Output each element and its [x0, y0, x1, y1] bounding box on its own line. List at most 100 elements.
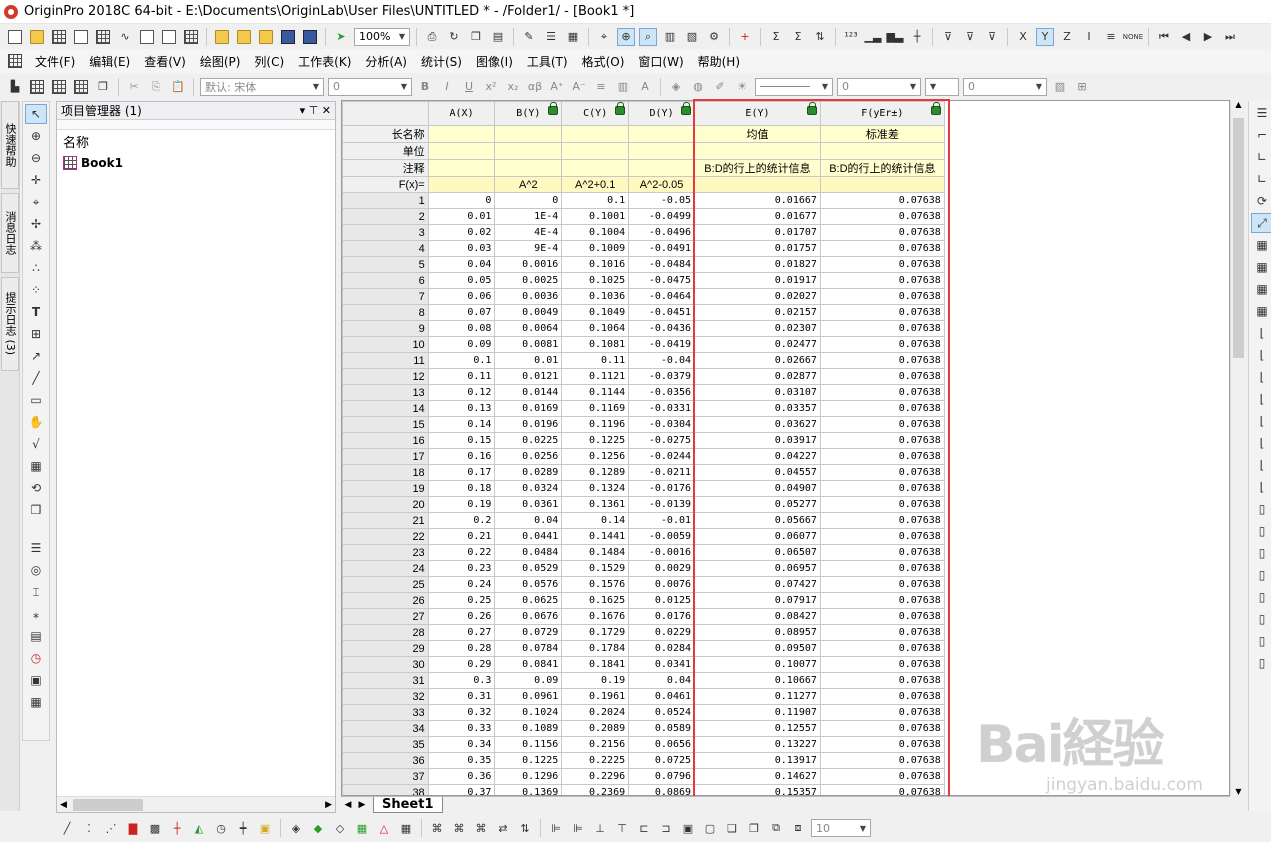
- row-number[interactable]: 22: [342, 528, 429, 545]
- marker-tool-icon[interactable]: ⁎: [25, 604, 47, 624]
- metadata-cell[interactable]: [694, 176, 821, 193]
- add-sheet-icon[interactable]: [50, 78, 68, 96]
- data-cell[interactable]: 0.07638: [819, 576, 945, 593]
- subscript-icon[interactable]: x₂: [504, 78, 522, 96]
- row-number[interactable]: 29: [342, 640, 429, 657]
- set-label-icon[interactable]: ≡: [1102, 28, 1120, 46]
- align-icon-3[interactable]: ▯: [1251, 543, 1271, 563]
- data-cell[interactable]: -0.0499: [628, 208, 696, 225]
- data-cell[interactable]: 0.1016: [561, 256, 630, 273]
- grid-tool-icon[interactable]: ▦: [25, 692, 47, 712]
- underline-icon[interactable]: U: [460, 78, 478, 96]
- data-cell[interactable]: -0.0475: [628, 272, 696, 289]
- group-icon[interactable]: ▣: [679, 819, 697, 837]
- table-tool-icon[interactable]: ▤: [25, 626, 47, 646]
- data-cell[interactable]: 0.07638: [819, 448, 945, 465]
- data-cell[interactable]: 0.31: [427, 688, 496, 705]
- data-cell[interactable]: 0.06507: [694, 544, 821, 561]
- data-cell[interactable]: 0.1024: [494, 704, 563, 721]
- data-cell[interactable]: -0.0016: [628, 544, 696, 561]
- message-log-tab[interactable]: 消息日志: [1, 193, 19, 273]
- row-number[interactable]: 13: [342, 384, 429, 401]
- data-cell[interactable]: -0.0436: [628, 320, 696, 337]
- row-number[interactable]: 9: [342, 320, 429, 337]
- data-cell[interactable]: 0.07638: [819, 192, 945, 209]
- data-cell[interactable]: 0.1004: [561, 224, 630, 241]
- arrow-tool-icon[interactable]: ↗: [25, 346, 47, 366]
- row-number[interactable]: 5: [342, 256, 429, 273]
- add-matrix-icon[interactable]: [72, 78, 90, 96]
- data-cell[interactable]: 0.0529: [494, 560, 563, 577]
- data-cell[interactable]: 0.23: [427, 560, 496, 577]
- align-icon-1[interactable]: ▯: [1251, 499, 1271, 519]
- set-x-icon[interactable]: X: [1014, 28, 1032, 46]
- data-cell[interactable]: 0.0841: [494, 656, 563, 673]
- data-cell[interactable]: 0.07638: [819, 384, 945, 401]
- data-cell[interactable]: 0.07638: [819, 208, 945, 225]
- scroll-down-icon[interactable]: ▼: [1231, 787, 1246, 796]
- surface-plot-icon[interactable]: ◆: [309, 819, 327, 837]
- data-cell[interactable]: 0.13227: [694, 736, 821, 753]
- data-cell[interactable]: 0.07638: [819, 432, 945, 449]
- align-icon[interactable]: ≡: [592, 78, 610, 96]
- data-cell[interactable]: 0.25: [427, 592, 496, 609]
- data-cell[interactable]: -0.0275: [628, 432, 696, 449]
- data-cell[interactable]: 0.0125: [628, 592, 696, 609]
- data-cell[interactable]: 0.0081: [494, 336, 563, 353]
- data-cell[interactable]: 0.0029: [628, 560, 696, 577]
- data-cell[interactable]: 0.07638: [819, 400, 945, 417]
- folder-tree[interactable]: [57, 120, 335, 130]
- zoom-combo[interactable]: 100% ▼: [354, 27, 410, 46]
- axis-icon-3[interactable]: ∟: [1251, 169, 1271, 189]
- row-number[interactable]: 34: [342, 720, 429, 737]
- row-number[interactable]: 4: [342, 240, 429, 257]
- data-cell[interactable]: 0.08427: [694, 608, 821, 625]
- data-cell[interactable]: 0.0225: [494, 432, 563, 449]
- data-cell[interactable]: 0.07638: [819, 544, 945, 561]
- 3d-plot-icon[interactable]: ◈: [287, 819, 305, 837]
- data-reader-tool-icon[interactable]: ✢: [25, 214, 47, 234]
- screen-reader-icon[interactable]: ⌖: [25, 192, 47, 212]
- data-cell[interactable]: 0.1361: [561, 496, 630, 513]
- print-icon[interactable]: ⎙: [423, 28, 441, 46]
- box-chart-icon[interactable]: ┼: [908, 28, 926, 46]
- data-cell[interactable]: 0.0676: [494, 608, 563, 625]
- data-cell[interactable]: 0.04227: [694, 448, 821, 465]
- export-icon[interactable]: ▤: [489, 28, 507, 46]
- data-cell[interactable]: 0.07638: [819, 608, 945, 625]
- data-cell[interactable]: 0.0576: [494, 576, 563, 593]
- data-cell[interactable]: -0.0211: [628, 464, 696, 481]
- row-number[interactable]: 32: [342, 688, 429, 705]
- zoom-tool-icon[interactable]: ⊕: [617, 27, 635, 46]
- data-cell[interactable]: 0.0796: [628, 768, 696, 785]
- new-graph-icon[interactable]: [72, 28, 90, 46]
- data-cell[interactable]: 0.04: [427, 256, 496, 273]
- menu-analysis[interactable]: 分析(A): [358, 53, 414, 70]
- zoom-in-icon[interactable]: ⊕: [25, 126, 47, 146]
- crosshair-icon[interactable]: ✛: [25, 170, 47, 190]
- data-cell[interactable]: 0.0064: [494, 320, 563, 337]
- data-cell[interactable]: 0.02027: [694, 288, 821, 305]
- row-number[interactable]: 27: [342, 608, 429, 625]
- data-cell[interactable]: 0.19: [427, 496, 496, 513]
- data-cell[interactable]: 0.07638: [819, 624, 945, 641]
- menu-tools[interactable]: 工具(T): [520, 53, 575, 70]
- size-icon[interactable]: ⧈: [789, 819, 807, 837]
- data-cell[interactable]: 0.04: [628, 672, 696, 689]
- line-width-combo[interactable]: 0 ▼: [837, 77, 921, 96]
- data-cell[interactable]: 0.37: [427, 784, 496, 795]
- menu-plot[interactable]: 绘图(P): [193, 53, 248, 70]
- data-cell[interactable]: 0.07: [427, 304, 496, 321]
- save-project-icon[interactable]: [279, 28, 297, 46]
- data-cell[interactable]: 0.0289: [494, 464, 563, 481]
- symbol-combo[interactable]: ▼: [925, 77, 959, 96]
- circle-tool-icon[interactable]: ◎: [25, 560, 47, 580]
- data-cell[interactable]: 0.1256: [561, 448, 630, 465]
- data-cell[interactable]: 0.1001: [561, 208, 630, 225]
- order-icon[interactable]: ⧉: [767, 819, 785, 837]
- data-cell[interactable]: 0.07638: [819, 640, 945, 657]
- data-cell[interactable]: 0.14627: [694, 768, 821, 785]
- data-cell[interactable]: 0.22: [427, 544, 496, 561]
- data-cell[interactable]: 0.01757: [694, 240, 821, 257]
- axis-icon-6[interactable]: ⌊: [1251, 367, 1271, 387]
